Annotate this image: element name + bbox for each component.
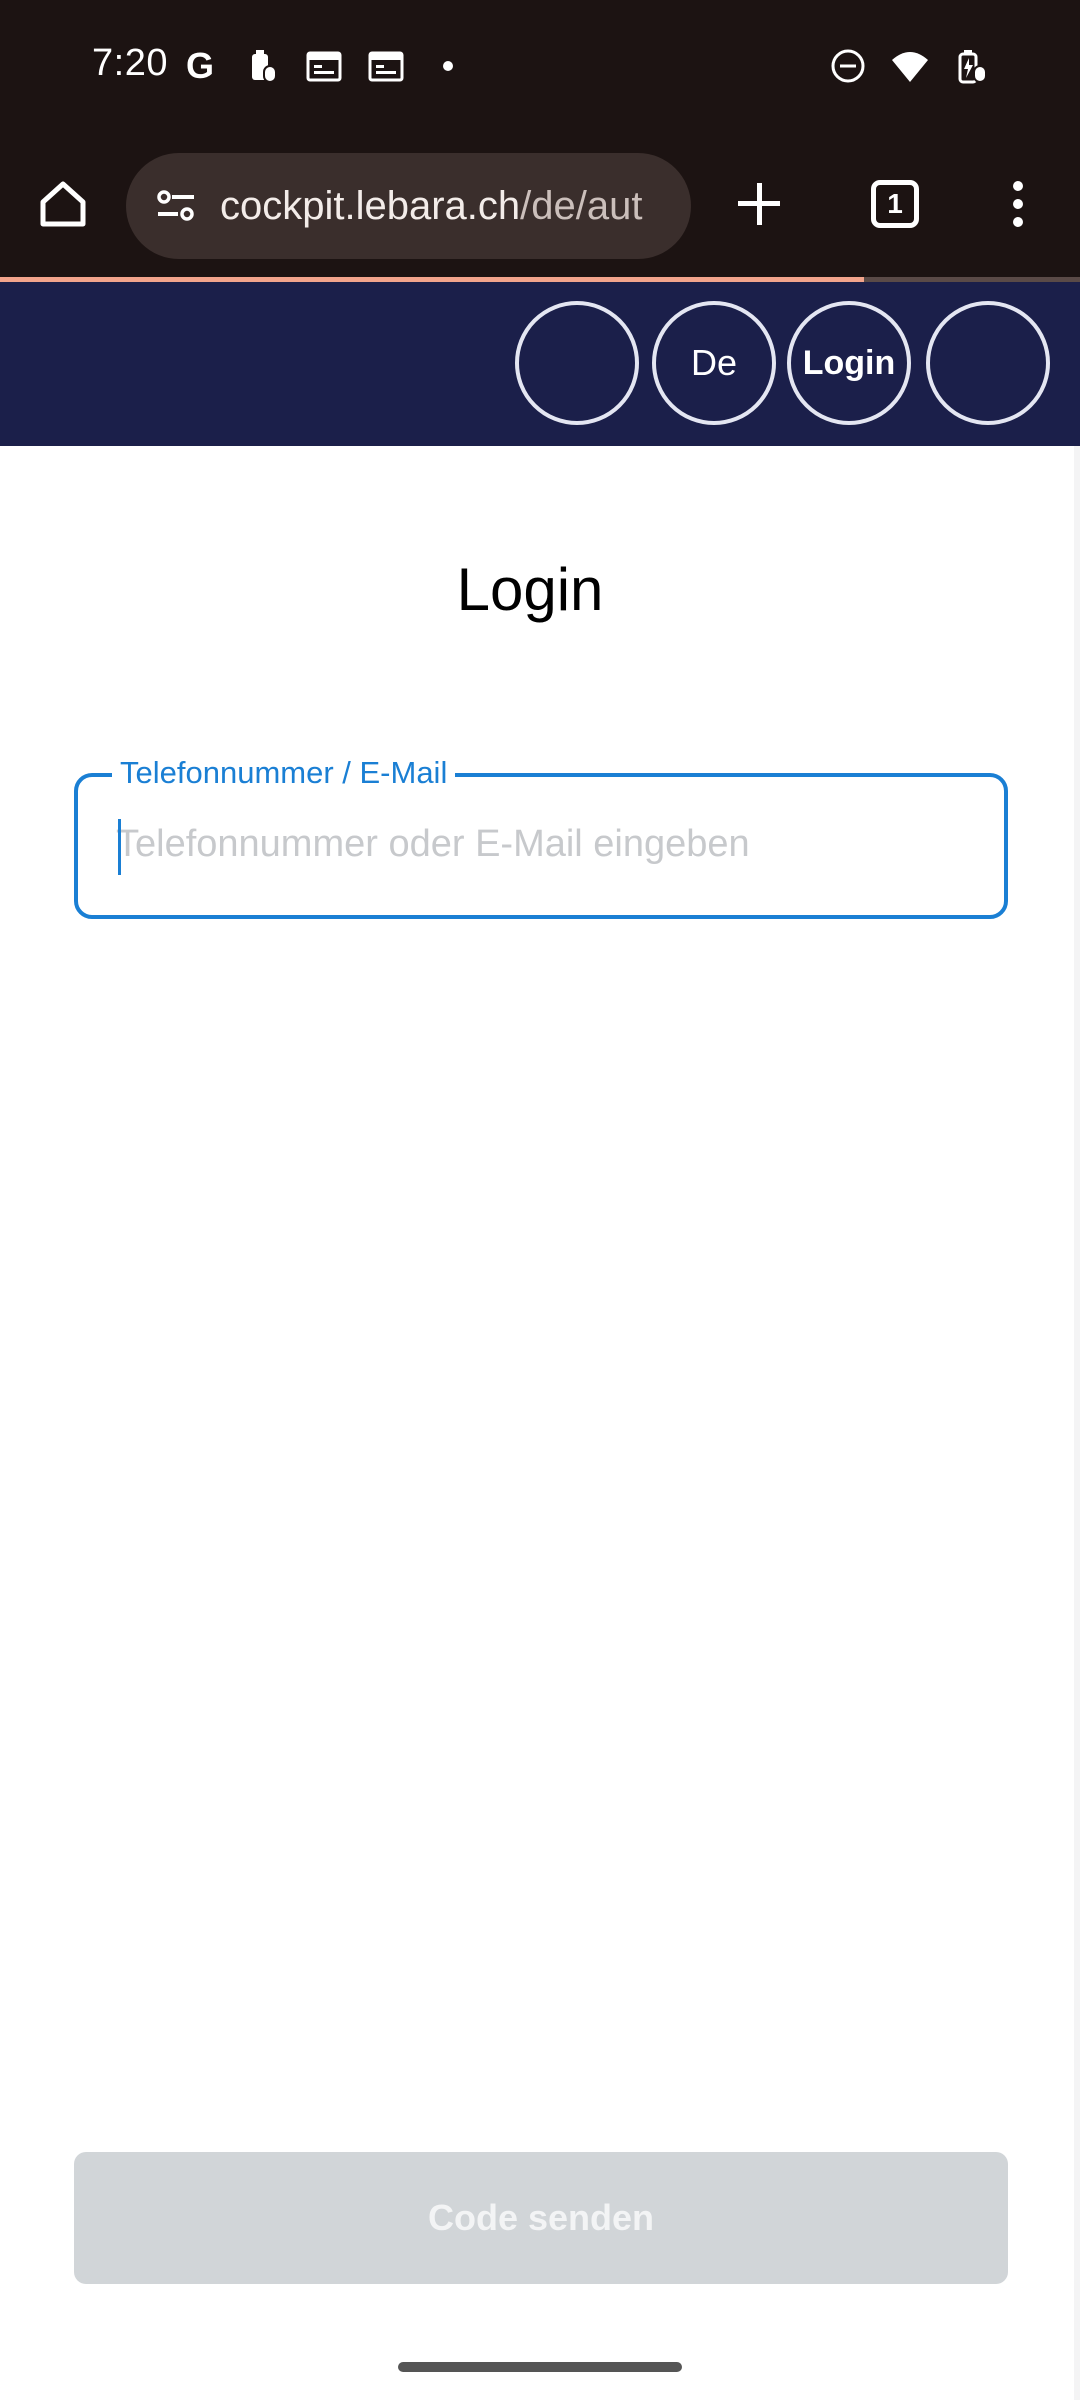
header-login-button[interactable]: Login (787, 301, 911, 425)
site-header: De Login (0, 282, 1080, 446)
do-not-disturb-icon (828, 46, 868, 86)
screen: 7:20 G cockpit.lebara.ch/de/aut 1 De Log… (0, 0, 1080, 2400)
send-code-button[interactable]: Code senden (74, 2152, 1008, 2284)
browser-toolbar: cockpit.lebara.ch/de/aut 1 (0, 135, 1080, 277)
language-button[interactable]: De (652, 301, 776, 425)
status-icons-left: G (180, 46, 468, 86)
text-caret (118, 819, 121, 875)
status-bar: 7:20 G (0, 0, 1080, 135)
status-time: 7:20 (92, 42, 168, 84)
new-tab-button[interactable] (726, 171, 792, 237)
address-bar[interactable]: cockpit.lebara.ch/de/aut (126, 153, 691, 259)
more-vert-icon (1013, 181, 1023, 227)
plus-icon (738, 183, 780, 225)
url-host: cockpit.lebara.ch (220, 183, 521, 228)
calendar-icon (366, 46, 406, 86)
url-path: /de/aut (520, 183, 643, 228)
url-text: cockpit.lebara.ch/de/aut (220, 184, 642, 229)
dot-icon (428, 46, 468, 86)
tab-switcher-button[interactable]: 1 (862, 171, 928, 237)
identifier-field[interactable]: Telefonnummer / E-Mail (74, 755, 1008, 919)
svg-text:G: G (186, 46, 214, 86)
identifier-input[interactable] (116, 813, 976, 875)
google-g-icon: G (180, 46, 220, 86)
identifier-field-label: Telefonnummer / E-Mail (112, 755, 456, 791)
tab-count: 1 (871, 180, 919, 228)
calendar-icon (304, 46, 344, 86)
battery-saver-icon (242, 46, 282, 86)
site-settings-icon[interactable] (146, 176, 206, 236)
menu-circle-button[interactable] (926, 301, 1050, 425)
page-title: Login (456, 556, 604, 623)
home-icon (40, 181, 86, 227)
scrollbar-track (1074, 446, 1080, 2400)
gesture-navigation-bar[interactable] (398, 2362, 682, 2372)
header-circle-button[interactable] (515, 301, 639, 425)
battery-charging-icon (952, 46, 992, 86)
home-button[interactable] (30, 171, 96, 237)
browser-menu-button[interactable] (1000, 171, 1036, 237)
status-icons-right (828, 46, 992, 86)
wifi-icon (890, 46, 930, 86)
